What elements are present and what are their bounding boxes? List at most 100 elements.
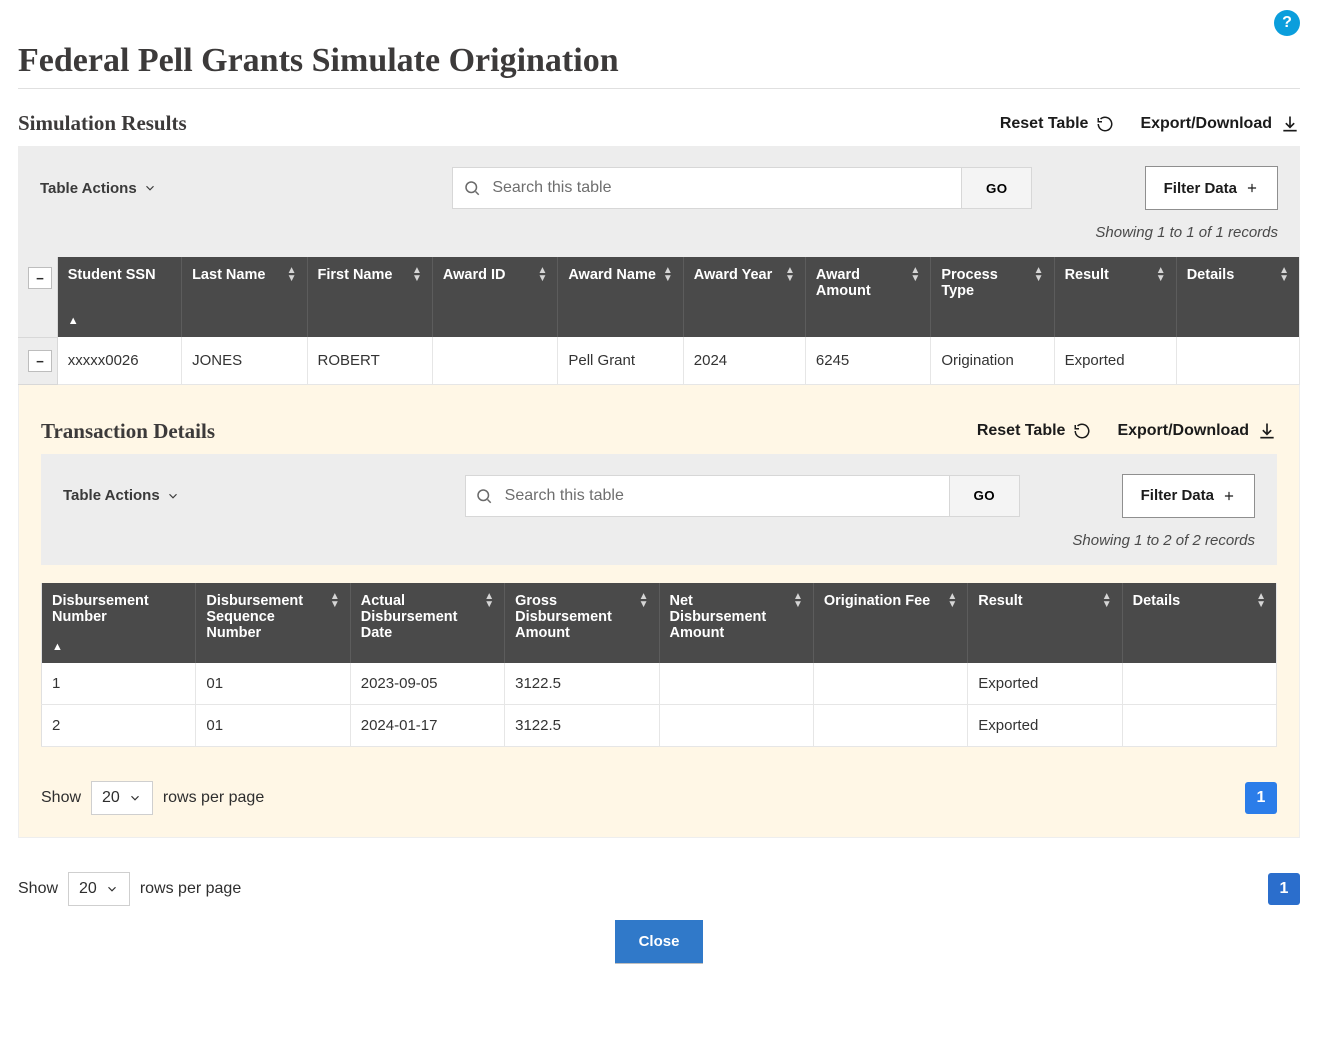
refresh-icon — [1073, 422, 1091, 440]
table-row: 2 01 2024-01-17 3122.5 Exported — [42, 704, 1277, 746]
cell-details — [1122, 704, 1276, 746]
sort-icon — [484, 593, 494, 609]
col-label: Result — [978, 593, 1022, 609]
col-label: Net Disbursement Amount — [670, 593, 787, 641]
reset-table-link[interactable]: Reset Table — [1000, 115, 1115, 133]
transaction-details-panel: Transaction Details Reset Table Export/D… — [18, 385, 1300, 838]
plus-icon — [1245, 181, 1259, 195]
col-result[interactable]: Result — [968, 583, 1122, 663]
export-download-link[interactable]: Export/Download — [1140, 114, 1300, 134]
col-label: Details — [1187, 267, 1235, 283]
table-actions-label: Table Actions — [63, 487, 160, 504]
close-button[interactable]: Close — [615, 920, 704, 963]
col-award-name[interactable]: Award Name — [558, 257, 683, 337]
go-button[interactable]: GO — [950, 475, 1020, 517]
col-label: Award Year — [694, 267, 772, 283]
title-divider — [18, 88, 1300, 89]
col-label: Disbursement Number — [52, 593, 185, 625]
download-icon — [1280, 114, 1300, 134]
simulation-results-toolbar-panel: Table Actions GO Filter Data — [18, 146, 1300, 257]
page-number-button[interactable]: 1 — [1245, 782, 1277, 814]
table-actions-dropdown[interactable]: Table Actions — [40, 180, 157, 197]
cell-disb-seq: 01 — [196, 663, 350, 705]
col-student-ssn[interactable]: Student SSN ▲ — [57, 257, 181, 337]
cell-net-amount — [659, 704, 813, 746]
search-icon — [453, 179, 490, 197]
col-label: Disbursement Sequence Number — [206, 593, 323, 641]
cell-details — [1176, 337, 1299, 384]
cell-first-name: ROBERT — [307, 337, 432, 384]
col-disb-seq[interactable]: Disbursement Sequence Number — [196, 583, 350, 663]
cell-award-amount: 6245 — [805, 337, 930, 384]
table-row: − xxxxx0026 JONES ROBERT Pell Grant 2024… — [18, 337, 1300, 384]
sort-icon — [947, 593, 957, 609]
col-label: Origination Fee — [824, 593, 930, 609]
filter-data-label: Filter Data — [1141, 487, 1214, 504]
rows-per-page-label: rows per page — [163, 789, 264, 807]
cell-student-ssn: xxxxx0026 — [57, 337, 181, 384]
table-actions-label: Table Actions — [40, 180, 137, 197]
filter-data-button[interactable]: Filter Data — [1145, 166, 1278, 210]
chevron-down-icon — [128, 791, 142, 805]
table-actions-dropdown[interactable]: Table Actions — [63, 487, 180, 504]
col-result[interactable]: Result — [1054, 257, 1176, 337]
search-input[interactable] — [503, 476, 949, 516]
simulation-results-title: Simulation Results — [18, 111, 187, 136]
sort-icon — [1256, 593, 1266, 609]
search-input[interactable] — [490, 168, 961, 208]
col-award-id[interactable]: Award ID — [432, 257, 557, 337]
col-net-amount[interactable]: Net Disbursement Amount — [659, 583, 813, 663]
cell-last-name: JONES — [182, 337, 307, 384]
page-number-button[interactable]: 1 — [1268, 873, 1300, 905]
reset-table-link[interactable]: Reset Table — [977, 422, 1092, 440]
search-field — [452, 167, 962, 209]
chevron-down-icon — [105, 882, 119, 896]
col-label: Details — [1133, 593, 1181, 609]
col-first-name[interactable]: First Name — [307, 257, 432, 337]
help-button[interactable]: ? — [1274, 10, 1300, 36]
go-button[interactable]: GO — [962, 167, 1032, 209]
filter-data-button[interactable]: Filter Data — [1122, 474, 1255, 518]
col-award-year[interactable]: Award Year — [683, 257, 805, 337]
export-download-label: Export/Download — [1117, 422, 1249, 440]
page-size-value: 20 — [102, 789, 120, 807]
col-award-amount[interactable]: Award Amount — [805, 257, 930, 337]
col-details[interactable]: Details — [1176, 257, 1299, 337]
page-title: Federal Pell Grants Simulate Origination — [18, 42, 1300, 80]
export-download-link[interactable]: Export/Download — [1117, 421, 1277, 441]
cell-process-type: Origination — [931, 337, 1054, 384]
collapse-all-button[interactable]: − — [28, 267, 52, 289]
col-label: Actual Disbursement Date — [361, 593, 478, 641]
table-row: 1 01 2023-09-05 3122.5 Exported — [42, 663, 1277, 705]
col-last-name[interactable]: Last Name — [182, 257, 307, 337]
sort-icon — [793, 593, 803, 609]
col-gross-amount[interactable]: Gross Disbursement Amount — [505, 583, 659, 663]
cell-result: Exported — [968, 663, 1122, 705]
sort-icon — [1279, 267, 1289, 283]
cell-award-id — [432, 337, 557, 384]
simulation-results-table: − Student SSN ▲ Last Name First Name — [18, 257, 1300, 385]
sort-icon — [639, 593, 649, 609]
col-details[interactable]: Details — [1122, 583, 1276, 663]
col-label: Award ID — [443, 267, 506, 283]
cell-details — [1122, 663, 1276, 705]
transaction-toolbar-panel: Table Actions GO — [41, 454, 1277, 565]
page-size-select[interactable]: 20 — [68, 872, 130, 906]
collapse-row-button[interactable]: − — [28, 350, 52, 372]
cell-disb-number: 2 — [42, 704, 196, 746]
cell-result: Exported — [968, 704, 1122, 746]
transaction-details-table: Disbursement Number ▲ Disbursement Seque… — [41, 583, 1277, 747]
filter-data-label: Filter Data — [1164, 180, 1237, 197]
col-label: Result — [1065, 267, 1109, 283]
col-process-type[interactable]: Process Type — [931, 257, 1054, 337]
page-size-select[interactable]: 20 — [91, 781, 153, 815]
cell-orig-fee — [813, 663, 967, 705]
col-disb-number[interactable]: Disbursement Number ▲ — [42, 583, 196, 663]
cell-award-year: 2024 — [683, 337, 805, 384]
col-orig-fee[interactable]: Origination Fee — [813, 583, 967, 663]
sort-asc-icon: ▲ — [52, 641, 185, 653]
sort-icon — [910, 267, 920, 283]
col-actual-date[interactable]: Actual Disbursement Date — [350, 583, 504, 663]
col-label: Award Amount — [816, 267, 905, 299]
showing-records-text: Showing 1 to 1 of 1 records — [40, 224, 1278, 241]
